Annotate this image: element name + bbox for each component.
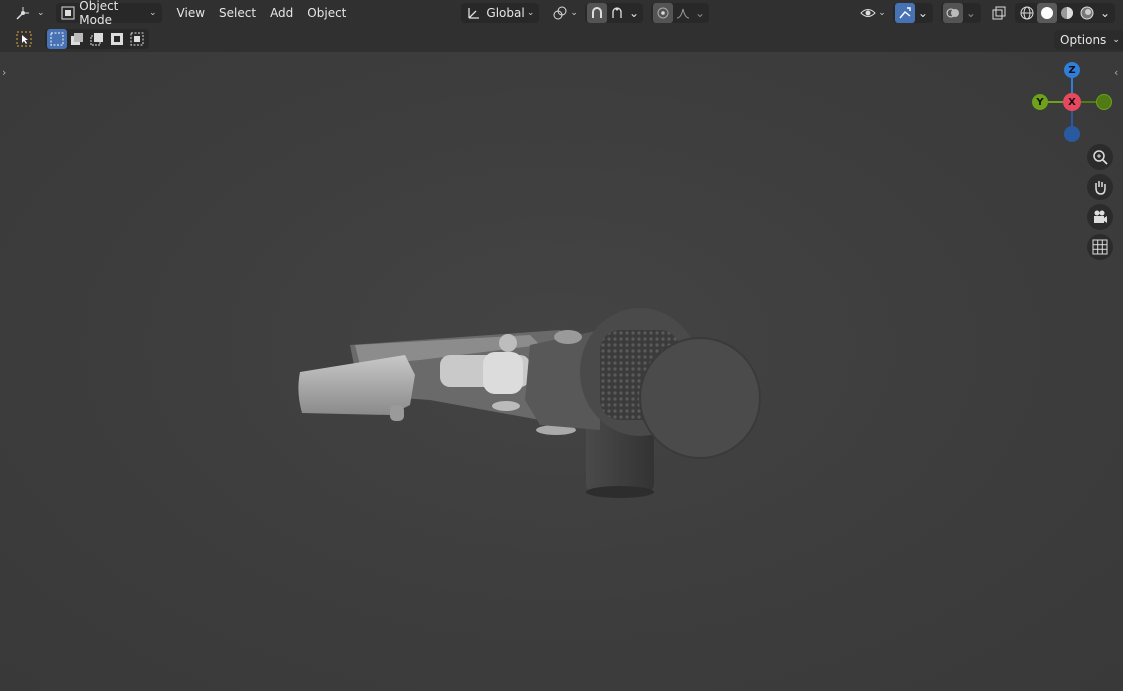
camera-icon[interactable] [1087, 204, 1113, 230]
solid-shading-icon[interactable] [1036, 3, 1057, 23]
orientation-label: Global [486, 6, 525, 20]
select-mode-group [45, 29, 149, 49]
toolbar-expand-arrow-icon[interactable]: › [2, 66, 6, 79]
viewport-header: ⌄ Object Mode ⌄ View Select Add Object G… [0, 0, 1123, 27]
tool-settings-bar [0, 26, 1123, 52]
gizmo-group: ⌄ [892, 3, 933, 23]
editor-type-icon[interactable]: ⌄ [10, 3, 50, 23]
menu-add[interactable]: Add [263, 3, 300, 23]
select-mode-set-icon[interactable] [47, 29, 67, 49]
wireframe-shading-icon[interactable] [1017, 3, 1037, 23]
proportional-edit-icon[interactable] [653, 3, 673, 23]
orientation-icon [466, 5, 482, 21]
overlay-icon[interactable] [942, 3, 963, 23]
pivot-link-icon[interactable]: ⌄ [547, 3, 583, 23]
gizmo-y-axis[interactable]: Y [1032, 94, 1048, 110]
3d-viewport[interactable]: › ‹ Z Y X [0, 0, 1123, 691]
object-mode-dropdown[interactable]: Object Mode ⌄ [55, 0, 162, 27]
shading-group: ⌄ [1014, 3, 1115, 23]
mode-label: Object Mode [79, 0, 119, 27]
pan-hand-icon[interactable] [1087, 174, 1113, 200]
gizmo-x-axis[interactable]: X [1063, 93, 1081, 111]
zoom-icon[interactable] [1087, 144, 1113, 170]
gizmo-neg-y-axis[interactable] [1096, 94, 1112, 110]
ortho-grid-icon[interactable] [1087, 234, 1113, 260]
select-mode-difference-icon[interactable] [107, 29, 127, 49]
select-mode-intersect-icon[interactable] [127, 29, 147, 49]
overlay-group: ⌄ [940, 3, 981, 23]
gizmo-neg-z-axis[interactable] [1064, 126, 1080, 142]
menu-select[interactable]: Select [212, 3, 263, 23]
visibility-icon[interactable]: ⌄ [855, 3, 891, 23]
material-shading-icon[interactable] [1057, 3, 1077, 23]
rendered-shading-icon[interactable] [1077, 3, 1097, 23]
snap-icon[interactable] [586, 3, 607, 23]
snap-target-icon[interactable] [607, 3, 627, 23]
select-tool-icon[interactable] [15, 30, 33, 48]
transform-orientation-dropdown[interactable]: Global ⌄ [461, 3, 540, 23]
gizmo-icon[interactable] [894, 3, 915, 23]
options-label: Options [1060, 33, 1107, 47]
options-dropdown[interactable]: Options ⌄ [1054, 30, 1123, 50]
select-mode-subtract-icon[interactable] [87, 29, 107, 49]
header-menus: View Select Add Object [170, 3, 354, 23]
mesh-object[interactable] [0, 0, 1123, 691]
snap-group: ⌄ [584, 3, 643, 23]
gizmo-z-axis[interactable]: Z [1064, 62, 1080, 78]
falloff-icon[interactable] [673, 3, 693, 23]
xray-icon[interactable] [987, 3, 1011, 23]
menu-view[interactable]: View [170, 3, 212, 23]
proportional-group: ⌄ [651, 3, 710, 23]
select-mode-extend-icon[interactable] [67, 29, 87, 49]
object-mode-icon [61, 5, 76, 21]
menu-object[interactable]: Object [300, 3, 353, 23]
